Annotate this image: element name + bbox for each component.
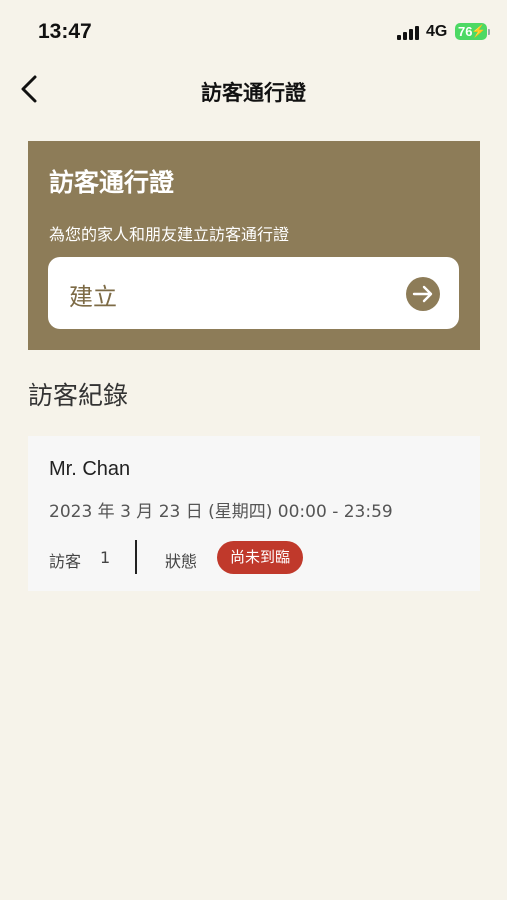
hero-title: 訪客通行證 <box>49 168 175 197</box>
divider <box>135 540 137 574</box>
signal-strength-icon <box>397 26 419 40</box>
status-time: 13:47 <box>38 20 92 43</box>
visitor-name: Mr. Chan <box>49 458 131 480</box>
create-pass-button[interactable]: 建立 <box>48 257 459 329</box>
charging-bolt-icon: ⚡ <box>471 24 486 38</box>
status-bar: 13:47 4G 76 ⚡ <box>0 0 507 62</box>
create-label: 建立 <box>69 283 117 311</box>
status-badge: 尚未到臨 <box>217 541 304 574</box>
hero-subtitle: 為您的家人和朋友建立訪客通行證 <box>49 225 290 244</box>
visit-date: 2023 年 3 月 23 日 (星期四) 00:00 - 23:59 <box>49 502 393 522</box>
records-section-title: 訪客紀錄 <box>28 381 129 410</box>
visitor-count-label: 訪客 <box>49 552 82 571</box>
status-label: 狀態 <box>165 552 198 571</box>
battery-icon: 76 ⚡ <box>455 23 487 40</box>
battery-tip <box>488 29 490 35</box>
visitor-record-card[interactable]: Mr. Chan 2023 年 3 月 23 日 (星期四) 00:00 - 2… <box>28 436 480 591</box>
visitor-count: 1 <box>100 548 111 567</box>
visitor-pass-card: 訪客通行證 為您的家人和朋友建立訪客通行證 建立 <box>28 141 480 350</box>
network-type: 4G <box>426 23 448 40</box>
arrow-right-circle-icon <box>406 277 440 311</box>
page-title: 訪客通行證 <box>201 81 306 105</box>
record-meta-row: 訪客 1 狀態 尚未到臨 <box>49 540 469 574</box>
